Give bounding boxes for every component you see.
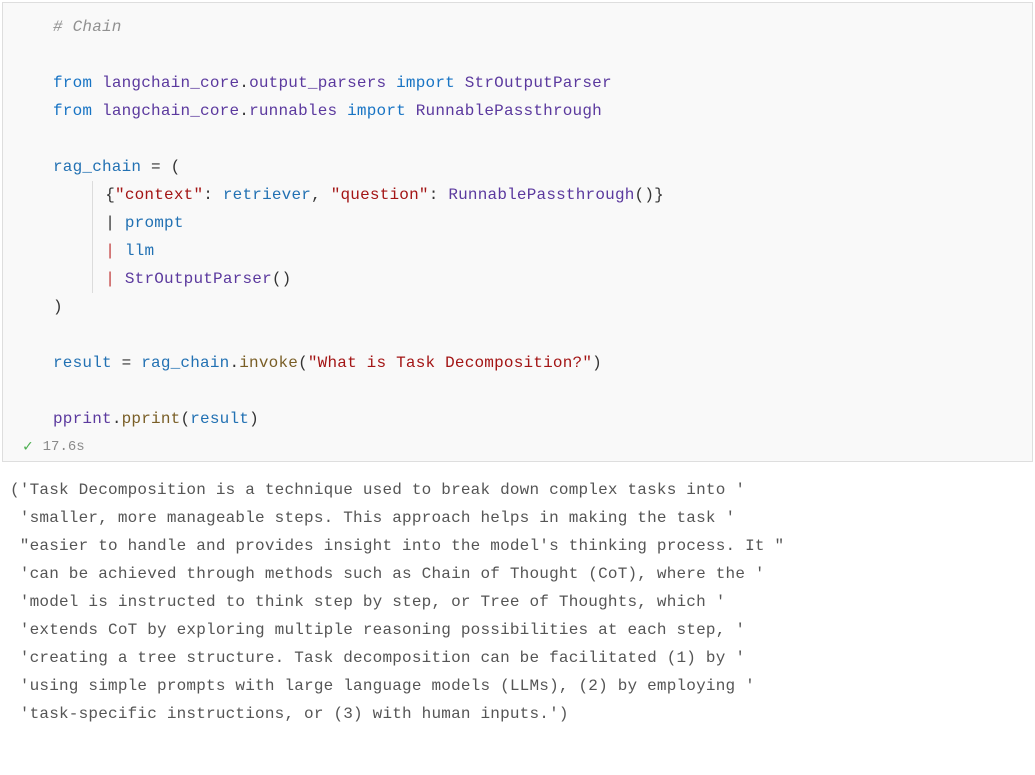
brace-close: }	[654, 186, 664, 204]
code-cell-input[interactable]: # Chain from langchain_core.output_parse…	[2, 2, 1033, 462]
call-parens: ()	[635, 186, 655, 204]
callable: StrOutputParser	[125, 270, 272, 288]
pipe-op: |	[105, 270, 115, 288]
kw-from: from	[53, 102, 92, 120]
output-line: 'using simple prompts with large languag…	[10, 677, 755, 695]
import-name: RunnablePassthrough	[416, 102, 602, 120]
module: langchain_core	[102, 74, 239, 92]
output-line: 'creating a tree structure. Task decompo…	[10, 649, 745, 667]
paren-close: )	[53, 298, 63, 316]
kw-import: import	[396, 74, 455, 92]
method-call: pprint	[122, 410, 181, 428]
cell-output[interactable]: ('Task Decomposition is a technique used…	[0, 464, 1035, 738]
pipe-op: |	[105, 242, 115, 260]
variable: result	[53, 354, 112, 372]
method-call: invoke	[239, 354, 298, 372]
execution-status: ✓ 17.6s	[3, 439, 1032, 455]
module: output_parsers	[249, 74, 386, 92]
callable: RunnablePassthrough	[448, 186, 634, 204]
pipe-op: |	[105, 214, 115, 232]
arg: result	[190, 410, 249, 428]
variable: rag_chain	[53, 158, 141, 176]
dict-value: retriever	[223, 186, 311, 204]
output-line: 'can be achieved through methods such as…	[10, 565, 765, 583]
module: langchain_core	[102, 102, 239, 120]
dot: .	[239, 74, 249, 92]
output-line: ('Task Decomposition is a technique used…	[10, 481, 745, 499]
execution-time: 17.6s	[43, 439, 85, 455]
dict-key: "context"	[115, 186, 203, 204]
assign-paren: = (	[141, 158, 180, 176]
kw-import: import	[347, 102, 406, 120]
output-line: 'smaller, more manageable steps. This ap…	[10, 509, 735, 527]
brace-open: {	[105, 186, 115, 204]
code-block[interactable]: # Chain from langchain_core.output_parse…	[3, 13, 1032, 433]
dict-key: "question"	[331, 186, 429, 204]
import-name: StrOutputParser	[465, 74, 612, 92]
output-line: 'extends CoT by exploring multiple reaso…	[10, 621, 745, 639]
pipe-arg: llm	[125, 242, 154, 260]
object: pprint	[53, 410, 112, 428]
object: rag_chain	[141, 354, 229, 372]
dot: .	[239, 102, 249, 120]
output-line: 'model is instructed to think step by st…	[10, 593, 726, 611]
module: runnables	[249, 102, 337, 120]
kw-from: from	[53, 74, 92, 92]
assign: =	[112, 354, 141, 372]
pipe-arg: prompt	[125, 214, 184, 232]
string-arg: "What is Task Decomposition?"	[308, 354, 592, 372]
check-icon: ✓	[23, 439, 33, 455]
comment: # Chain	[53, 18, 122, 36]
output-line: "easier to handle and provides insight i…	[10, 537, 784, 555]
call-parens: ()	[272, 270, 292, 288]
output-line: 'task-specific instructions, or (3) with…	[10, 705, 569, 723]
